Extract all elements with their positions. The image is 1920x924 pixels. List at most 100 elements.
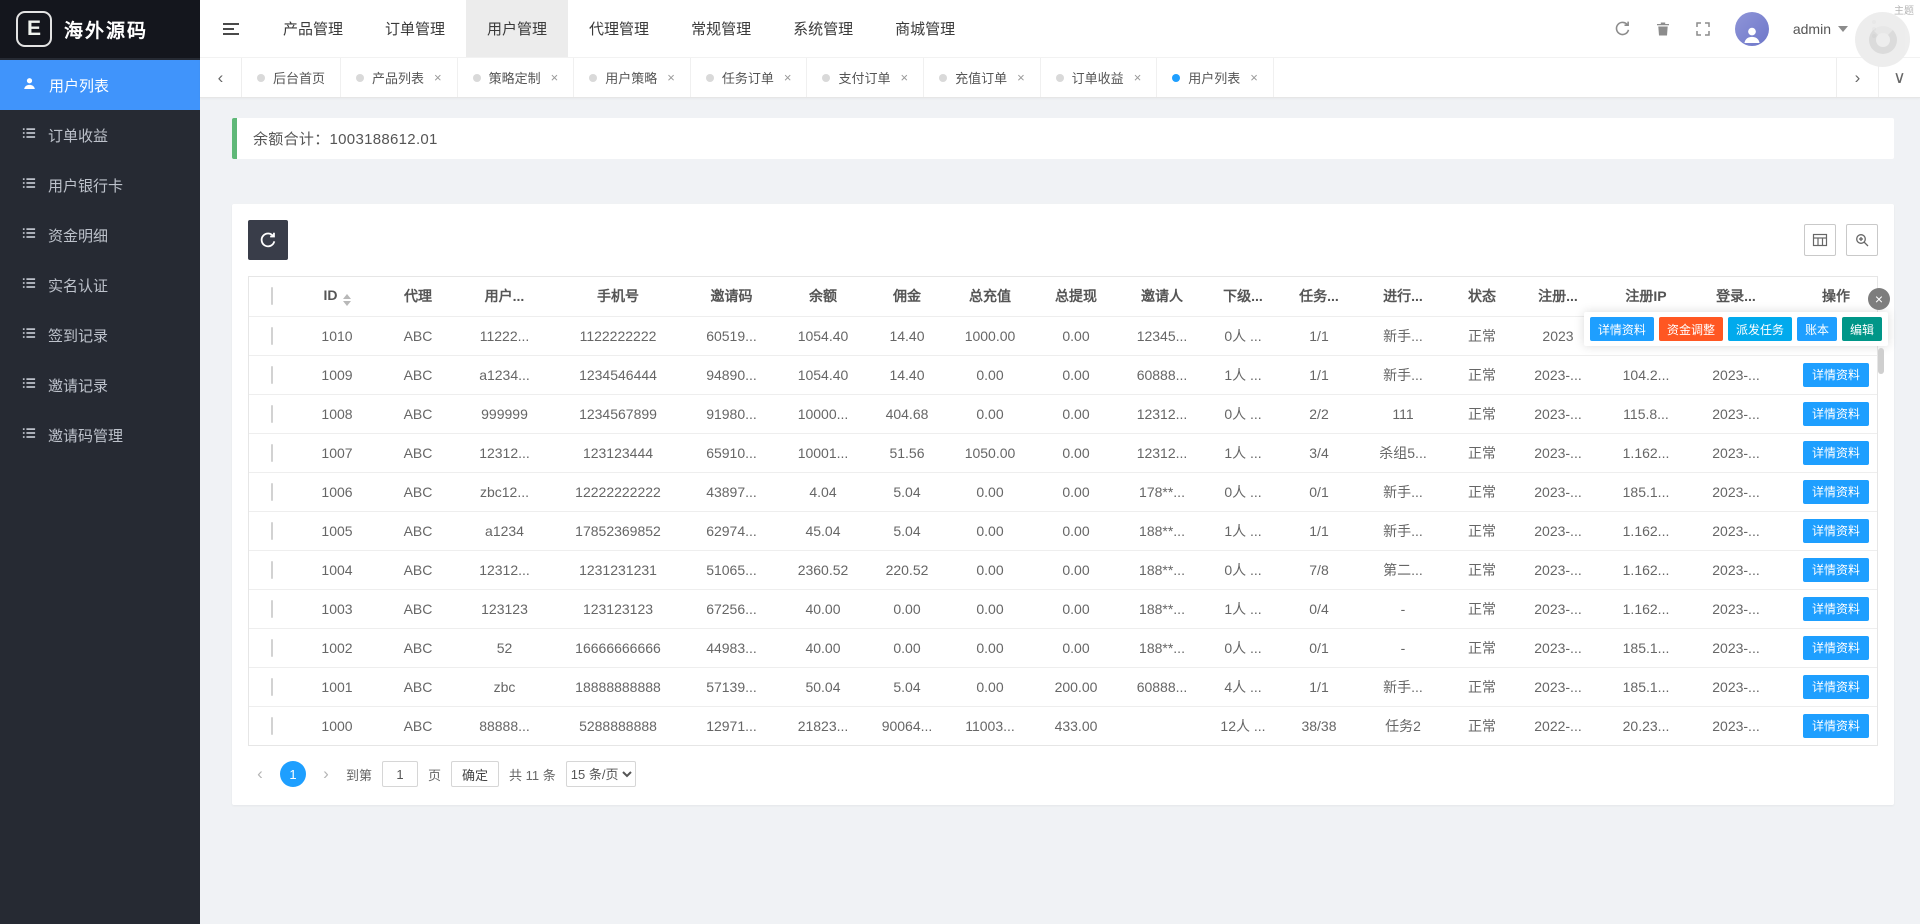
tab-2[interactable]: 产品列表 ×: [341, 58, 458, 97]
goto-confirm-button[interactable]: 确定: [451, 761, 500, 787]
row-checkbox[interactable]: [271, 404, 273, 423]
popup-action-button-4[interactable]: 账本: [1796, 317, 1837, 341]
table-cell: 1001: [295, 667, 379, 707]
tabs-scroll-left-icon[interactable]: ‹: [200, 58, 242, 97]
tab-close-icon[interactable]: ×: [1250, 70, 1258, 85]
row-checkbox[interactable]: [271, 638, 273, 657]
table-cell: 188**...: [1119, 511, 1205, 551]
tab-5[interactable]: 任务订单 ×: [691, 58, 808, 97]
row-checkbox[interactable]: [271, 482, 273, 501]
row-checkbox[interactable]: [271, 326, 273, 345]
table-cell: ABC: [379, 589, 457, 629]
table-cell: 2023-...: [1515, 394, 1601, 434]
topnav-item-7[interactable]: 商城管理: [874, 0, 976, 57]
row-checkbox[interactable]: [271, 599, 273, 618]
sidebar-item-4[interactable]: 资金明细: [0, 210, 200, 260]
tab-close-icon[interactable]: ×: [551, 70, 559, 85]
table-cell: 1054.40: [779, 355, 867, 395]
tab-close-icon[interactable]: ×: [667, 70, 675, 85]
tab-6[interactable]: 支付订单 ×: [807, 58, 925, 97]
row-checkbox[interactable]: [271, 560, 273, 579]
search-zoom-button[interactable]: [1846, 224, 1878, 256]
current-page-button[interactable]: 1: [280, 761, 306, 787]
prev-page-button[interactable]: ‹: [250, 764, 270, 784]
sidebar-item-2[interactable]: 订单收益: [0, 110, 200, 160]
table-cell: 1234567899: [552, 394, 684, 434]
sidebar-item-6[interactable]: 签到记录: [0, 310, 200, 360]
sidebar-item-3[interactable]: 用户银行卡: [0, 160, 200, 210]
row-detail-button[interactable]: 详情资料: [1802, 557, 1869, 582]
popup-close-icon[interactable]: ×: [1868, 288, 1890, 310]
row-detail-button[interactable]: 详情资料: [1802, 479, 1869, 504]
row-detail-button[interactable]: 详情资料: [1802, 518, 1869, 543]
row-checkbox[interactable]: [271, 677, 273, 696]
tab-label: 订单收益: [1071, 71, 1124, 86]
row-detail-button[interactable]: 详情资料: [1802, 674, 1869, 699]
row-checkbox[interactable]: [271, 443, 273, 462]
per-page-select[interactable]: 15 条/页: [565, 761, 636, 787]
tab-close-icon[interactable]: ×: [900, 70, 908, 85]
row-detail-button[interactable]: 详情资料: [1802, 713, 1869, 738]
row-actions-cell: 详情资料: [1781, 589, 1877, 629]
table-cell: 2022-...: [1534, 717, 1582, 734]
table-cell: 12312...: [457, 550, 552, 590]
row-checkbox[interactable]: [271, 521, 273, 540]
sidebar-item-8[interactable]: 邀请码管理: [0, 410, 200, 460]
table-cell: 123123123: [552, 589, 684, 629]
sidebar-item-5[interactable]: 实名认证: [0, 260, 200, 310]
topnav-item-4[interactable]: 代理管理: [568, 0, 670, 57]
columns-filter-button[interactable]: [1804, 224, 1836, 256]
avatar[interactable]: [1734, 11, 1769, 46]
tab-1[interactable]: 后台首页: [242, 58, 342, 97]
topnav-item-6[interactable]: 系统管理: [772, 0, 874, 57]
popup-scrollbar[interactable]: [1878, 348, 1884, 374]
goto-page-input[interactable]: [382, 761, 419, 787]
tab-close-icon[interactable]: ×: [434, 70, 442, 85]
popup-action-button-3[interactable]: 派发任务: [1727, 317, 1792, 341]
popup-action-button-2[interactable]: 资金调整: [1658, 317, 1723, 341]
topnav-item-3[interactable]: 用户管理: [466, 0, 569, 57]
table-cell: 200.00: [1033, 667, 1119, 707]
sort-desc-icon[interactable]: [342, 300, 351, 306]
tab-8[interactable]: 订单收益 ×: [1041, 58, 1158, 97]
refresh-icon[interactable]: [1614, 20, 1631, 37]
table-cell: 433.00: [1054, 717, 1098, 734]
tab-9[interactable]: 用户列表 ×: [1157, 58, 1274, 97]
table-cell: 1006: [295, 472, 379, 512]
tab-4[interactable]: 用户策略 ×: [574, 58, 691, 97]
row-actions-cell: 详情资料: [1781, 511, 1877, 551]
row-detail-button[interactable]: 详情资料: [1802, 401, 1869, 426]
trash-icon[interactable]: [1655, 21, 1671, 37]
table-cell: 2023-...: [1515, 472, 1601, 512]
topnav-item-5[interactable]: 常规管理: [670, 0, 772, 57]
sidebar-item-1[interactable]: 用户列表: [0, 60, 200, 110]
tab-7[interactable]: 充值订单 ×: [924, 58, 1041, 97]
next-page-button[interactable]: ›: [316, 764, 336, 784]
popup-action-button-5[interactable]: 编辑: [1841, 317, 1882, 341]
row-detail-button[interactable]: 详情资料: [1802, 440, 1869, 465]
row-checkbox[interactable]: [271, 365, 273, 384]
row-detail-button[interactable]: 详情资料: [1802, 635, 1869, 660]
sort-asc-icon[interactable]: [342, 293, 351, 299]
row-detail-button[interactable]: 详情资料: [1802, 596, 1869, 621]
table-cell: 12312...: [457, 433, 552, 473]
row-detail-button[interactable]: 详情资料: [1802, 362, 1869, 387]
sidebar-item-7[interactable]: 邀请记录: [0, 360, 200, 410]
topnav-item-2[interactable]: 订单管理: [364, 0, 466, 57]
tab-3[interactable]: 策略定制 ×: [458, 58, 575, 97]
popup-action-button-1[interactable]: 详情资料: [1589, 317, 1654, 341]
tab-dot-icon: [1055, 73, 1064, 82]
select-all-checkbox[interactable]: [271, 287, 273, 306]
menu-collapse-icon[interactable]: [200, 0, 262, 57]
user-menu[interactable]: admin: [1793, 21, 1848, 37]
table-cell: 正常: [1449, 355, 1515, 395]
fullscreen-icon[interactable]: [1695, 21, 1711, 37]
table-refresh-button[interactable]: [248, 220, 288, 260]
row-checkbox[interactable]: [271, 716, 273, 735]
tab-close-icon[interactable]: ×: [1134, 70, 1142, 85]
tab-dot-icon: [822, 73, 831, 82]
tab-close-icon[interactable]: ×: [784, 70, 792, 85]
topnav-item-1[interactable]: 产品管理: [262, 0, 364, 57]
tab-close-icon[interactable]: ×: [1017, 70, 1025, 85]
table-cell: 0.00: [947, 511, 1033, 551]
